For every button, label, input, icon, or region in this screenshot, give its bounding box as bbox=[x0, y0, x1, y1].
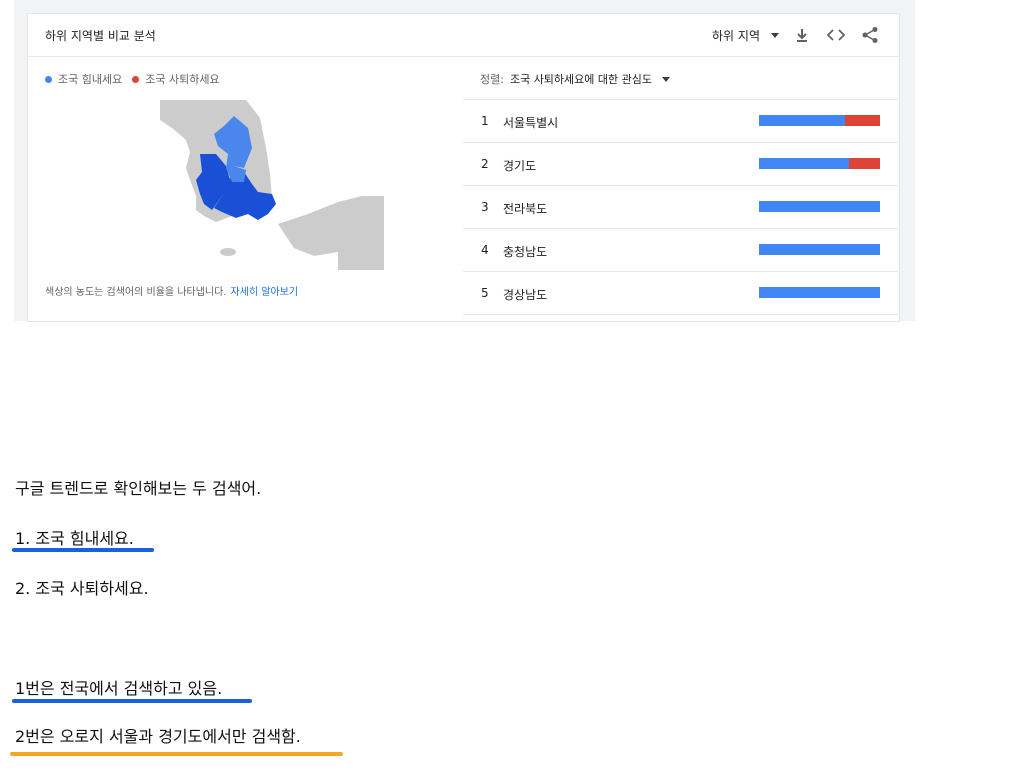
sort-value: 조국 사퇴하세요에 대한 관심도 bbox=[509, 73, 653, 86]
korea-region-map[interactable] bbox=[108, 98, 384, 270]
legend-dot-red bbox=[132, 75, 140, 83]
legend: 조국 힘내세요 조국 사퇴하세요 bbox=[45, 71, 230, 87]
legend-item-term-b: 조국 사퇴하세요 bbox=[132, 71, 220, 87]
bar-segment-term-a bbox=[759, 287, 880, 298]
rank-number: 4 bbox=[481, 243, 489, 257]
bar-segment-term-a bbox=[759, 158, 849, 169]
list-item[interactable]: 4 충청남도 bbox=[463, 229, 898, 272]
bar-segment-term-b bbox=[848, 158, 880, 169]
bar-segment-term-a bbox=[759, 115, 845, 126]
list-item[interactable]: 2 경기도 bbox=[463, 143, 898, 186]
dropdown-caret-icon bbox=[771, 32, 779, 38]
embed-code-icon[interactable] bbox=[825, 24, 847, 46]
card-title: 하위 지역별 비교 분석 bbox=[45, 29, 156, 43]
region-ranking-list: 1 서울특별시 2 경기도 3 전라북도 4 충청남도 5 경상남도 bbox=[463, 99, 898, 315]
footnote-text: 색상의 농도는 검색어의 비율을 나타냅니다. bbox=[45, 287, 227, 298]
legend-label-term-b: 조국 사퇴하세요 bbox=[145, 73, 220, 86]
body-line-term-b: 2. 조국 사퇴하세요. bbox=[15, 579, 149, 598]
list-item[interactable]: 3 전라북도 bbox=[463, 186, 898, 229]
body-line-intro: 구글 트렌드로 확인해보는 두 검색어. bbox=[15, 479, 262, 498]
learn-more-link[interactable]: 자세히 알아보기 bbox=[231, 287, 299, 298]
rank-number: 5 bbox=[481, 286, 489, 300]
region-name: 전라북도 bbox=[503, 202, 548, 216]
sort-control: 정렬: 조국 사퇴하세요에 대한 관심도 bbox=[480, 71, 671, 87]
bar-segment-term-a bbox=[759, 244, 880, 255]
region-level-dropdown[interactable]: 하위 지역 bbox=[712, 27, 779, 44]
map-footnote: 색상의 농도는 검색어의 비율을 나타냅니다. 자세히 알아보기 bbox=[45, 283, 298, 298]
region-level-label: 하위 지역 bbox=[712, 28, 760, 43]
region-name: 충청남도 bbox=[503, 245, 548, 259]
body-line-finding-a: 1번은 전국에서 검색하고 있음. bbox=[15, 679, 223, 698]
sort-dropdown[interactable]: 조국 사퇴하세요에 대한 관심도 bbox=[509, 71, 671, 87]
list-item[interactable]: 5 경상남도 bbox=[463, 272, 898, 315]
ratio-bar bbox=[759, 158, 880, 169]
download-icon[interactable] bbox=[791, 24, 813, 46]
body-line-finding-b: 2번은 오로지 서울과 경기도에서만 검색함. bbox=[15, 727, 301, 746]
card-header: 하위 지역별 비교 분석 하위 지역 bbox=[28, 14, 899, 57]
legend-item-term-a: 조국 힘내세요 bbox=[45, 71, 122, 87]
legend-dot-blue bbox=[45, 75, 52, 83]
bar-segment-term-a bbox=[759, 201, 880, 212]
rank-number: 3 bbox=[481, 200, 489, 214]
rank-number: 1 bbox=[481, 114, 489, 128]
subregion-comparison-card: 하위 지역별 비교 분석 하위 지역 조국 힘내세요 조국 사퇴하세요 색상의 … bbox=[28, 14, 899, 321]
underline-blue bbox=[12, 699, 252, 703]
ratio-bar bbox=[759, 201, 880, 212]
region-name: 경상남도 bbox=[503, 288, 548, 302]
bar-segment-term-b bbox=[844, 115, 880, 126]
map-land-jeju bbox=[220, 248, 236, 256]
list-item[interactable]: 1 서울특별시 bbox=[463, 100, 898, 143]
ratio-bar bbox=[759, 115, 880, 126]
region-name: 서울특별시 bbox=[503, 116, 559, 130]
header-controls: 하위 지역 bbox=[712, 24, 881, 46]
sort-label: 정렬: bbox=[480, 73, 504, 86]
ratio-bar bbox=[759, 244, 880, 255]
ratio-bar bbox=[759, 287, 880, 298]
share-icon[interactable] bbox=[859, 24, 881, 46]
body-line-term-a: 1. 조국 힘내세요. bbox=[15, 529, 134, 548]
legend-label-term-a: 조국 힘내세요 bbox=[58, 73, 123, 86]
underline-orange bbox=[10, 752, 343, 756]
region-name: 경기도 bbox=[503, 159, 537, 173]
underline-blue bbox=[12, 548, 154, 552]
rank-number: 2 bbox=[481, 157, 489, 171]
dropdown-caret-icon bbox=[662, 76, 671, 82]
